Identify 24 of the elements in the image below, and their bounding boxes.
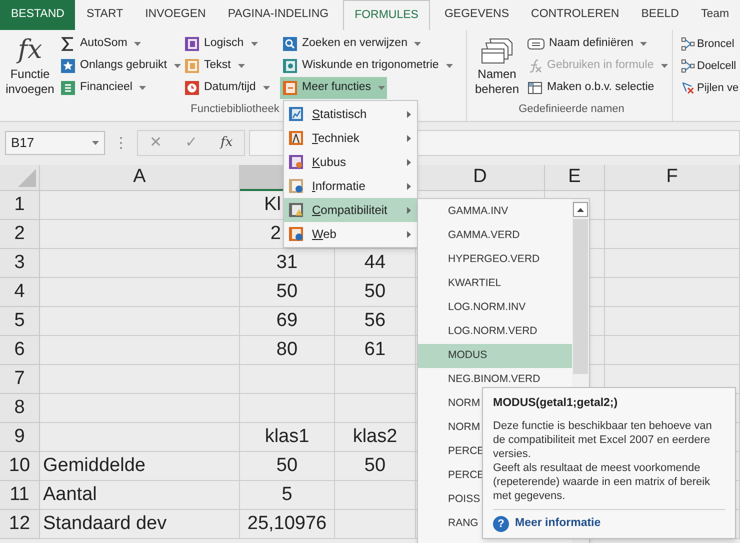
table-cell: 61: [335, 336, 416, 365]
table-cell: 25,10976: [240, 510, 335, 539]
table-cell: Aantal: [40, 481, 240, 510]
table-cell: 44: [335, 249, 416, 278]
function-icon: fx: [18, 33, 42, 67]
tooltip-title: MODUS(getal1;getal2;): [493, 396, 619, 411]
table-cell: klas2: [335, 423, 416, 452]
group-label: Functiebibliotheek: [190, 102, 280, 117]
table-cell: 56: [335, 307, 416, 336]
table-cell: klas1: [240, 423, 335, 452]
table-cell: 5: [240, 481, 335, 510]
table-cell: 50: [240, 278, 335, 307]
table-cell: 50: [240, 452, 335, 481]
table-cell: Gemiddelde: [40, 452, 240, 481]
table-cell: 80: [240, 336, 335, 365]
table-cell: Standaard dev: [40, 510, 240, 539]
table-cell: 50: [335, 452, 416, 481]
tooltip-text: Geeft als resultaat de meest voorkomende (repeterende) waarde in een matrix of bereik met gegevens.: [493, 461, 712, 504]
table-cell: 69: [240, 307, 335, 336]
tooltip-text: Deze functie is beschikbaar ten behoeve van de compatibiliteit met Excel 2007 en eerdere versies.: [493, 419, 713, 462]
table-cell: 31: [240, 249, 335, 278]
group-label: Gedefinieerde namen: [518, 102, 624, 117]
table-cell: 50: [335, 278, 416, 307]
help-icon: ?: [493, 516, 509, 532]
